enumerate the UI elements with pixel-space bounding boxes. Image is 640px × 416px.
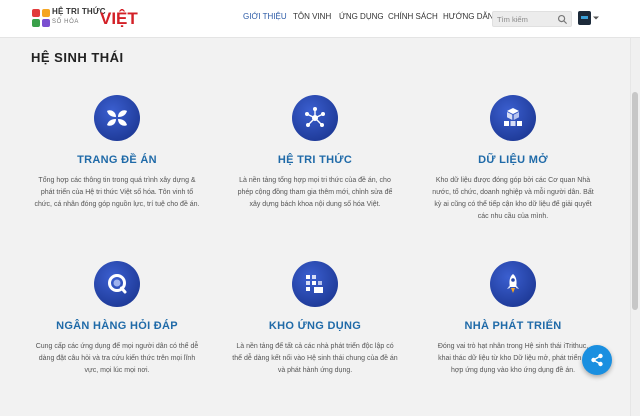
card-description: Là nền tảng để tất cả các nhà phát triển… [220, 341, 410, 377]
card-description-line: phát triển của Hệ tri thức Việt số hóa. … [40, 189, 194, 196]
card-trang-de-an[interactable]: TRANG ĐỀ ÁN Tổng hợp các thông tin trong… [22, 95, 212, 235]
search-box [492, 11, 572, 27]
card-icon-circle [490, 95, 536, 141]
card-he-tri-thuc[interactable]: HỆ TRI THỨC Là nền tảng tổng hợp mọi tri… [220, 95, 410, 235]
card-description-line: và phát hành ứng dụng. [277, 367, 353, 374]
rocket-code-icon [507, 274, 519, 293]
search-icon[interactable] [557, 14, 568, 25]
card-description-line: các nhu cầu của mình. [477, 213, 549, 220]
nav-ton-vinh[interactable]: TÔN VINH [293, 12, 331, 21]
qa-ring-icon [108, 274, 127, 294]
app-blocks-icon [306, 275, 323, 293]
card-description: Tổng hợp các thông tin trong quá trình x… [22, 175, 212, 211]
nav-gioi-thieu[interactable]: GIỚI THIỆU [243, 12, 287, 21]
nav-chinh-sach[interactable]: CHÍNH SÁCH [388, 12, 438, 21]
card-icon-circle [94, 261, 140, 307]
card-title: HỆ TRI THỨC [277, 154, 353, 166]
card-description-line: Kho dữ liệu được đóng góp bởi các Cơ qua… [435, 177, 591, 184]
top-navigation-bar: HỆ TRI THỨC SỐ HÓA VIỆT GIỚI THIỆU TÔN V… [0, 0, 640, 38]
card-description-line: Đóng vai trò hạt nhân trong Hệ sinh thái… [437, 343, 589, 350]
network-nodes-icon [305, 107, 325, 127]
card-description-line: vực, mọi lúc mọi nơi. [84, 367, 150, 374]
logo-mark-icon [32, 9, 50, 27]
logo-text-line2: SỐ HÓA [52, 19, 79, 25]
card-title: DỮ LIỆU MỞ [478, 154, 548, 166]
share-icon [591, 353, 603, 367]
card-description-line: dàng đặt câu hỏi và tra cứu kiến thức tr… [38, 355, 196, 362]
card-ngan-hang-hoi-dap[interactable]: NGÂN HÀNG HỎI ĐÁP Cung cấp các ứng dụng … [22, 261, 212, 391]
share-button[interactable] [582, 345, 612, 375]
site-logo[interactable]: HỆ TRI THỨC SỐ HÓA VIỆT [31, 6, 138, 32]
card-description-line: thể dễ dàng kết nối vào Hệ sinh thái chu… [232, 355, 398, 362]
logo-text-line1: HỆ TRI THỨC [52, 7, 106, 16]
section-title: HỆ SINH THÁI [31, 50, 124, 65]
card-description: Đóng vai trò hạt nhân trong Hệ sinh thái… [418, 341, 608, 377]
search-input[interactable] [497, 14, 557, 25]
card-description-line: Cung cấp các ứng dụng để mọi người dân c… [35, 343, 199, 350]
card-description-line: hợp ứng dụng vào kho ứng dụng đề án. [450, 367, 576, 374]
card-description-line: phép cộng đồng tham gia thêm mới, chỉnh … [237, 189, 393, 196]
card-title: NHÀ PHÁT TRIỂN [464, 320, 562, 332]
data-cubes-icon [504, 108, 522, 126]
card-nha-phat-trien[interactable]: NHÀ PHÁT TRIỂN Đóng vai trò hạt nhân tro… [418, 261, 608, 391]
card-description-line: nước, tổ chức, doanh nghiệp và mỗi người… [432, 189, 594, 196]
card-title: NGÂN HÀNG HỎI ĐÁP [56, 320, 178, 332]
card-description: Kho dữ liệu được đóng góp bởi các Cơ qua… [418, 175, 608, 223]
card-description-line: Là nền tảng để tất cả các nhà phát triển… [236, 343, 394, 350]
card-icon-circle [292, 95, 338, 141]
card-kho-ung-dung[interactable]: KHO ỨNG DỤNG Là nền tảng để tất cả các n… [220, 261, 410, 391]
chevron-down-icon[interactable] [593, 15, 599, 21]
logo-text-line3: VIỆT [100, 9, 138, 28]
card-description-line: Là nền tảng tổng hợp mọi tri thức của đề… [239, 177, 391, 184]
card-icon-circle [292, 261, 338, 307]
card-description-line: chức, cá nhân đóng góp nguồn lực, trí tu… [34, 201, 200, 208]
card-description: Là nền tảng tổng hợp mọi tri thức của đề… [220, 175, 410, 211]
card-description-line: khai thác dữ liệu từ kho Dữ liệu mở, phá… [438, 355, 588, 362]
card-title: KHO ỨNG DỤNG [268, 320, 362, 332]
nav-ung-dung[interactable]: ỨNG DỤNG [339, 12, 384, 21]
card-icon-circle [490, 261, 536, 307]
language-flag-icon[interactable] [578, 11, 591, 25]
card-icon-circle [94, 95, 140, 141]
grid-petals-icon [107, 110, 127, 126]
card-description-line: kỳ ai cũng có thể tiếp cận kho dữ liệu đ… [434, 201, 592, 208]
card-description-line: xây dựng bách khoa nội dung số hóa Việt. [249, 201, 381, 208]
scrollbar-thumb[interactable] [632, 92, 638, 310]
nav-huong-dan[interactable]: HƯỚNG DẪN [443, 12, 494, 21]
card-description-line: Tổng hợp các thông tin trong quá trình x… [38, 177, 196, 184]
card-description: Cung cấp các ứng dụng để mọi người dân c… [22, 341, 212, 377]
card-title: TRANG ĐỀ ÁN [77, 154, 157, 166]
card-du-lieu-mo[interactable]: DỮ LIỆU MỞ Kho dữ liệu được đóng góp bởi… [418, 95, 608, 235]
